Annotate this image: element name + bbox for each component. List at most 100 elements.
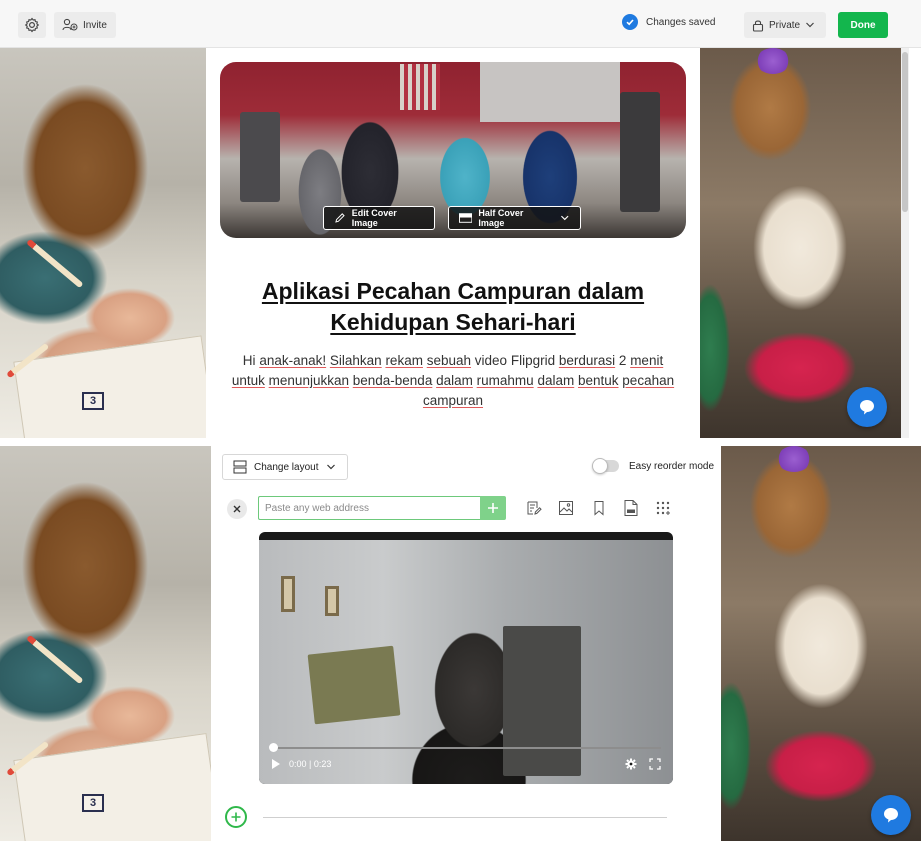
description-word: sebuah — [426, 353, 472, 368]
change-layout-label: Change layout — [254, 461, 319, 473]
description-word: Silahkan — [329, 353, 382, 368]
add-image-button[interactable] — [556, 498, 576, 518]
bookmark-icon — [594, 501, 604, 516]
invite-button[interactable]: Invite — [54, 12, 116, 38]
wall-frame — [325, 586, 339, 616]
more-blocks-button[interactable] — [653, 498, 673, 518]
done-button[interactable]: Done — [838, 12, 888, 38]
person-add-icon — [62, 18, 78, 31]
gear-icon — [625, 758, 637, 770]
description-word: menunjukkan — [268, 373, 349, 388]
save-status-label: Changes saved — [646, 16, 716, 28]
app-root: 3 Invite Changes saved Private Done Edit… — [0, 0, 921, 841]
pencil-icon — [335, 213, 345, 223]
hair-flower — [756, 48, 790, 74]
plus-icon — [231, 812, 241, 822]
hair-flower — [777, 446, 811, 472]
section-divider — [0, 438, 921, 446]
wall-frame — [281, 576, 295, 612]
close-block-button[interactable] — [227, 499, 247, 519]
background-photo-right — [721, 446, 921, 841]
page-scrollbar-thumb[interactable] — [902, 52, 908, 212]
chevron-down-icon — [326, 464, 335, 470]
description-word: untuk — [231, 373, 265, 388]
settings-button[interactable] — [18, 12, 46, 38]
video-time: 0:00 | 0:23 — [289, 759, 332, 769]
image-icon — [559, 501, 573, 515]
edit-cover-label: Edit Cover Image — [351, 208, 397, 228]
description-word: rekam — [385, 353, 423, 368]
description-word: pecahan — [622, 373, 675, 388]
chevron-down-icon — [806, 22, 815, 28]
edit-cover-button[interactable]: Edit Cover Image — [323, 206, 435, 230]
cover-machine — [620, 92, 660, 212]
easy-reorder-label: Easy reorder mode — [629, 461, 715, 472]
description-word: video — [474, 353, 508, 368]
half-cover-dropdown[interactable]: Half Cover Image — [448, 206, 581, 230]
toggle-knob — [592, 458, 608, 474]
add-block-divider — [263, 817, 667, 818]
video-object — [307, 645, 401, 725]
gear-icon — [24, 17, 40, 33]
chevron-down-icon — [561, 215, 569, 221]
easy-reorder-toggle[interactable] — [592, 458, 619, 474]
save-status: Changes saved — [622, 14, 716, 30]
top-toolbar: Invite Changes saved Private Done — [0, 0, 921, 48]
video-player[interactable]: 0:00 | 0:23 — [259, 532, 673, 784]
video-object — [503, 626, 581, 776]
chat-button[interactable] — [847, 387, 887, 427]
close-icon — [233, 505, 241, 513]
background-photo-left: 3 — [0, 446, 211, 841]
page-content-panel: Edit Cover Image Half Cover Image Aplika… — [206, 48, 700, 438]
text-edit-icon — [527, 501, 542, 515]
video-progress-bar[interactable] — [273, 747, 661, 749]
privacy-label: Private — [769, 19, 801, 31]
add-pdf-button[interactable] — [621, 498, 641, 518]
video-progress-handle[interactable] — [269, 743, 278, 752]
cover-flag — [400, 64, 440, 110]
description-word: Flipgrid — [510, 353, 556, 368]
fullscreen-icon — [649, 758, 661, 770]
description-word: berdurasi — [558, 353, 616, 368]
description-word: bentuk — [577, 373, 619, 388]
check-circle-icon — [622, 14, 638, 30]
add-bookmark-button[interactable] — [589, 498, 609, 518]
description-word: menit — [630, 353, 664, 368]
layout-half-icon — [459, 213, 473, 223]
cover-image: Edit Cover Image Half Cover Image — [220, 62, 686, 238]
page-title[interactable]: Aplikasi Pecahan Campuran dalam Kehidupa… — [226, 276, 680, 338]
play-button[interactable] — [271, 757, 281, 775]
number-badge: 3 — [82, 392, 104, 410]
description-word: 2 — [618, 353, 627, 368]
half-cover-label: Half Cover Image — [478, 208, 524, 228]
description-word: benda-benda — [352, 373, 433, 388]
video-settings-button[interactable] — [625, 757, 637, 775]
cover-machine — [240, 112, 280, 202]
cover-window — [480, 62, 620, 122]
number-badge: 3 — [82, 794, 104, 812]
change-layout-dropdown[interactable]: Change layout — [222, 454, 348, 480]
pencil — [26, 238, 84, 289]
description-word: dalam — [436, 373, 473, 388]
pdf-file-icon — [624, 500, 638, 516]
page-description[interactable]: Hi anak-anak! Silahkan rekam sebuah vide… — [230, 351, 676, 411]
chat-bubble-icon — [884, 808, 898, 823]
add-text-button[interactable] — [524, 498, 544, 518]
lock-icon — [752, 20, 764, 32]
privacy-dropdown[interactable]: Private — [744, 12, 826, 38]
add-url-button[interactable] — [480, 496, 506, 520]
grid-icon — [656, 501, 670, 515]
add-block-button[interactable] — [225, 806, 247, 828]
description-word: campuran — [422, 393, 484, 408]
chat-button[interactable] — [871, 795, 911, 835]
web-address-input[interactable] — [258, 496, 480, 520]
invite-label: Invite — [83, 19, 107, 31]
description-word: dalam — [537, 373, 575, 388]
fullscreen-button[interactable] — [649, 757, 661, 775]
plus-icon — [488, 503, 498, 513]
background-photo-right — [700, 48, 901, 438]
pencil — [26, 634, 84, 685]
play-icon — [272, 759, 280, 769]
description-word: Hi — [242, 353, 256, 368]
background-photo-left: 3 — [0, 48, 206, 438]
